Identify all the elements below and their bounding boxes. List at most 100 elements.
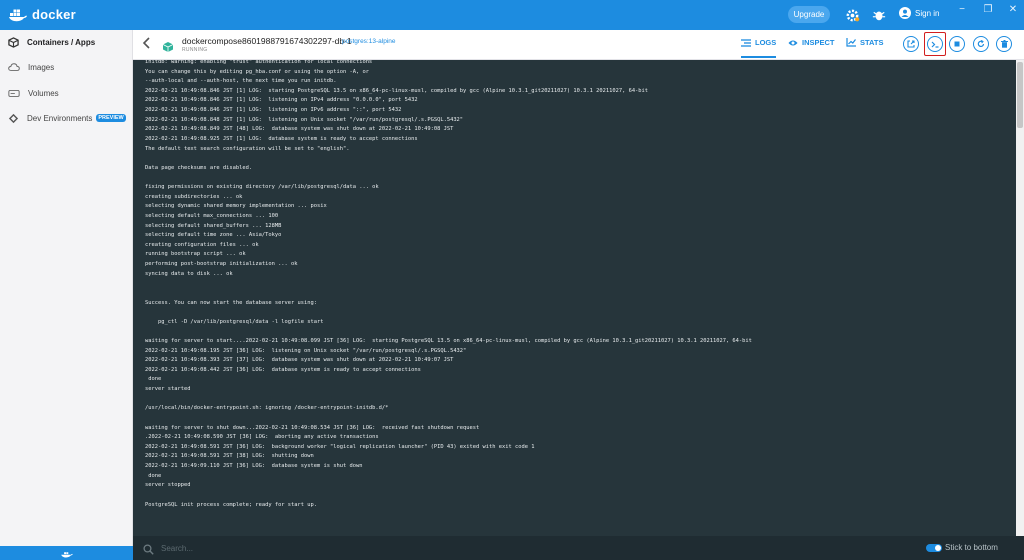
log-line: pg_ctl -D /var/lib/postgresql/data -l lo… — [145, 318, 324, 325]
sidebar-item-dev-environments[interactable]: Dev Environments PREVIEW — [0, 106, 133, 130]
log-line: 2022-02-21 10:49:08.591 JST [36] LOG: ba… — [145, 443, 535, 450]
stop-button[interactable] — [949, 36, 965, 52]
delete-button[interactable] — [996, 36, 1012, 52]
container-image-link[interactable]: postgres:13-alpine — [342, 38, 395, 45]
cli-button[interactable] — [927, 36, 943, 52]
sign-in-button[interactable]: Sign in — [899, 7, 939, 19]
log-line: server stopped — [145, 482, 191, 489]
sidebar-item-label: Dev Environments — [27, 113, 93, 123]
log-line: .2022-02-21 10:49:08.590 JST [36] LOG: a… — [145, 434, 379, 441]
minimize-button[interactable]: − — [955, 4, 969, 15]
title-bar: docker Upgrade Sign in − ❐ ✕ — [0, 0, 1024, 30]
app-name: docker — [32, 7, 76, 22]
eye-icon — [788, 40, 798, 45]
tab-label: LOGS — [755, 38, 777, 47]
log-line: fixing permissions on existing directory… — [145, 184, 379, 191]
log-line: 2022-02-21 10:49:08.925 JST [1] LOG: dat… — [145, 135, 418, 142]
log-line: selecting default time zone ... Asia/Tok… — [145, 232, 282, 239]
log-line: performing post-bootstrap initialization… — [145, 261, 298, 268]
log-line: Data page checksums are disabled. — [145, 164, 253, 171]
log-scrollbar-thumb[interactable] — [1017, 62, 1023, 128]
tab-label: STATS — [860, 38, 884, 47]
sign-in-label: Sign in — [915, 8, 940, 18]
toggle-knob — [935, 545, 941, 551]
log-line: 2022-02-21 10:49:08.849 JST [48] LOG: da… — [145, 126, 454, 133]
log-line: 2022-02-21 10:49:08.846 JST [1] LOG: sta… — [145, 87, 649, 94]
troubleshoot-button[interactable] — [870, 6, 888, 24]
container-status: RUNNING — [182, 47, 208, 53]
whale-icon — [9, 9, 27, 21]
log-line: selecting default max_connections ... 10… — [145, 212, 279, 219]
restart-button[interactable] — [973, 36, 989, 52]
log-line: 2022-02-21 10:49:08.195 JST [36] LOG: li… — [145, 347, 467, 354]
whale-icon — [60, 551, 73, 557]
search-input[interactable] — [161, 541, 461, 555]
log-line: PostgreSQL init process complete; ready … — [145, 501, 318, 508]
tab-inspect[interactable]: INSPECT — [788, 38, 835, 47]
tab-stats[interactable]: STATS — [846, 38, 883, 47]
log-line: Success. You can now start the database … — [145, 299, 318, 306]
stick-to-bottom-toggle[interactable] — [926, 544, 942, 552]
sidebar-item-label: Images — [28, 62, 55, 72]
sidebar-item-label: Containers / Apps — [27, 37, 96, 47]
log-line: 2022-02-21 10:49:08.393 JST [37] LOG: da… — [145, 357, 454, 364]
logs-icon — [741, 38, 751, 47]
containers-icon — [8, 36, 19, 48]
engine-status-bar[interactable] — [0, 546, 133, 560]
stick-to-bottom-label: Stick to bottom — [945, 543, 998, 552]
close-button[interactable]: ✕ — [1006, 4, 1020, 15]
log-line: The default text search configuration wi… — [145, 145, 350, 152]
stats-icon — [846, 38, 856, 47]
log-line: You can change this by editing pg_hba.co… — [145, 68, 369, 75]
log-line: waiting for server to shut down...2022-0… — [145, 424, 480, 431]
sidebar: Containers / Apps Images Volumes Dev Env… — [0, 30, 133, 546]
log-line: selecting dynamic shared memory implemen… — [145, 203, 327, 210]
sidebar-item-containers[interactable]: Containers / Apps — [0, 30, 133, 54]
log-line: creating subdirectories ... ok — [145, 193, 243, 200]
dev-env-icon — [8, 113, 19, 123]
log-line: /usr/local/bin/docker-entrypoint.sh: ign… — [145, 405, 389, 412]
search-icon — [143, 542, 154, 560]
chevron-left-icon — [142, 37, 150, 49]
log-line: 2022-02-21 10:49:09.110 JST [36] LOG: da… — [145, 463, 363, 470]
log-output[interactable]: initdb: warning: enabling "trust" authen… — [133, 60, 1016, 536]
log-line: waiting for server to start....2022-02-2… — [145, 337, 752, 344]
tab-logs[interactable]: LOGS — [741, 38, 777, 58]
trash-icon — [1000, 40, 1008, 48]
maximize-button[interactable]: ❐ — [981, 4, 995, 15]
log-line: 2022-02-21 10:49:08.846 JST [1] LOG: lis… — [145, 107, 402, 114]
external-link-icon — [907, 40, 915, 48]
log-line: syncing data to disk ... ok — [145, 270, 233, 277]
settings-button[interactable] — [843, 6, 861, 24]
tab-label: INSPECT — [802, 38, 835, 47]
log-line: done — [145, 376, 162, 383]
log-line: 2022-02-21 10:49:08.846 JST [1] LOG: lis… — [145, 97, 418, 104]
terminal-icon — [931, 41, 939, 48]
gear-icon — [846, 9, 859, 21]
open-in-browser-button[interactable] — [903, 36, 919, 52]
log-search-bar: Stick to bottom — [133, 536, 1024, 560]
preview-badge: PREVIEW — [96, 114, 126, 122]
volume-icon — [8, 89, 20, 97]
log-line: 2022-02-21 10:49:08.848 JST [1] LOG: lis… — [145, 116, 464, 123]
restart-icon — [977, 40, 985, 48]
log-scrollbar[interactable] — [1016, 60, 1024, 536]
container-header: dockercompose8601988791674302297-db-1 po… — [133, 30, 1024, 60]
sidebar-item-images[interactable]: Images — [0, 55, 133, 79]
container-icon — [162, 40, 174, 58]
log-line: running bootstrap script ... ok — [145, 251, 246, 258]
log-line: 2022-02-21 10:49:08.442 JST [36] LOG: da… — [145, 366, 421, 373]
log-line: initdb: warning: enabling "trust" authen… — [145, 60, 373, 65]
log-line: creating configuration files ... ok — [145, 241, 259, 248]
stop-icon — [954, 41, 960, 47]
log-line: selecting default shared_buffers ... 128… — [145, 222, 282, 229]
back-button[interactable] — [142, 36, 151, 53]
upgrade-button[interactable]: Upgrade — [788, 6, 830, 23]
cloud-icon — [8, 63, 20, 71]
sidebar-item-volumes[interactable]: Volumes — [0, 81, 133, 105]
log-line: server started — [145, 386, 191, 393]
log-line: --auth-local and --auth-host, the next t… — [145, 78, 337, 85]
sidebar-item-label: Volumes — [28, 88, 59, 98]
log-line: 2022-02-21 10:49:08.591 JST [38] LOG: sh… — [145, 453, 314, 460]
log-line: done — [145, 472, 162, 479]
